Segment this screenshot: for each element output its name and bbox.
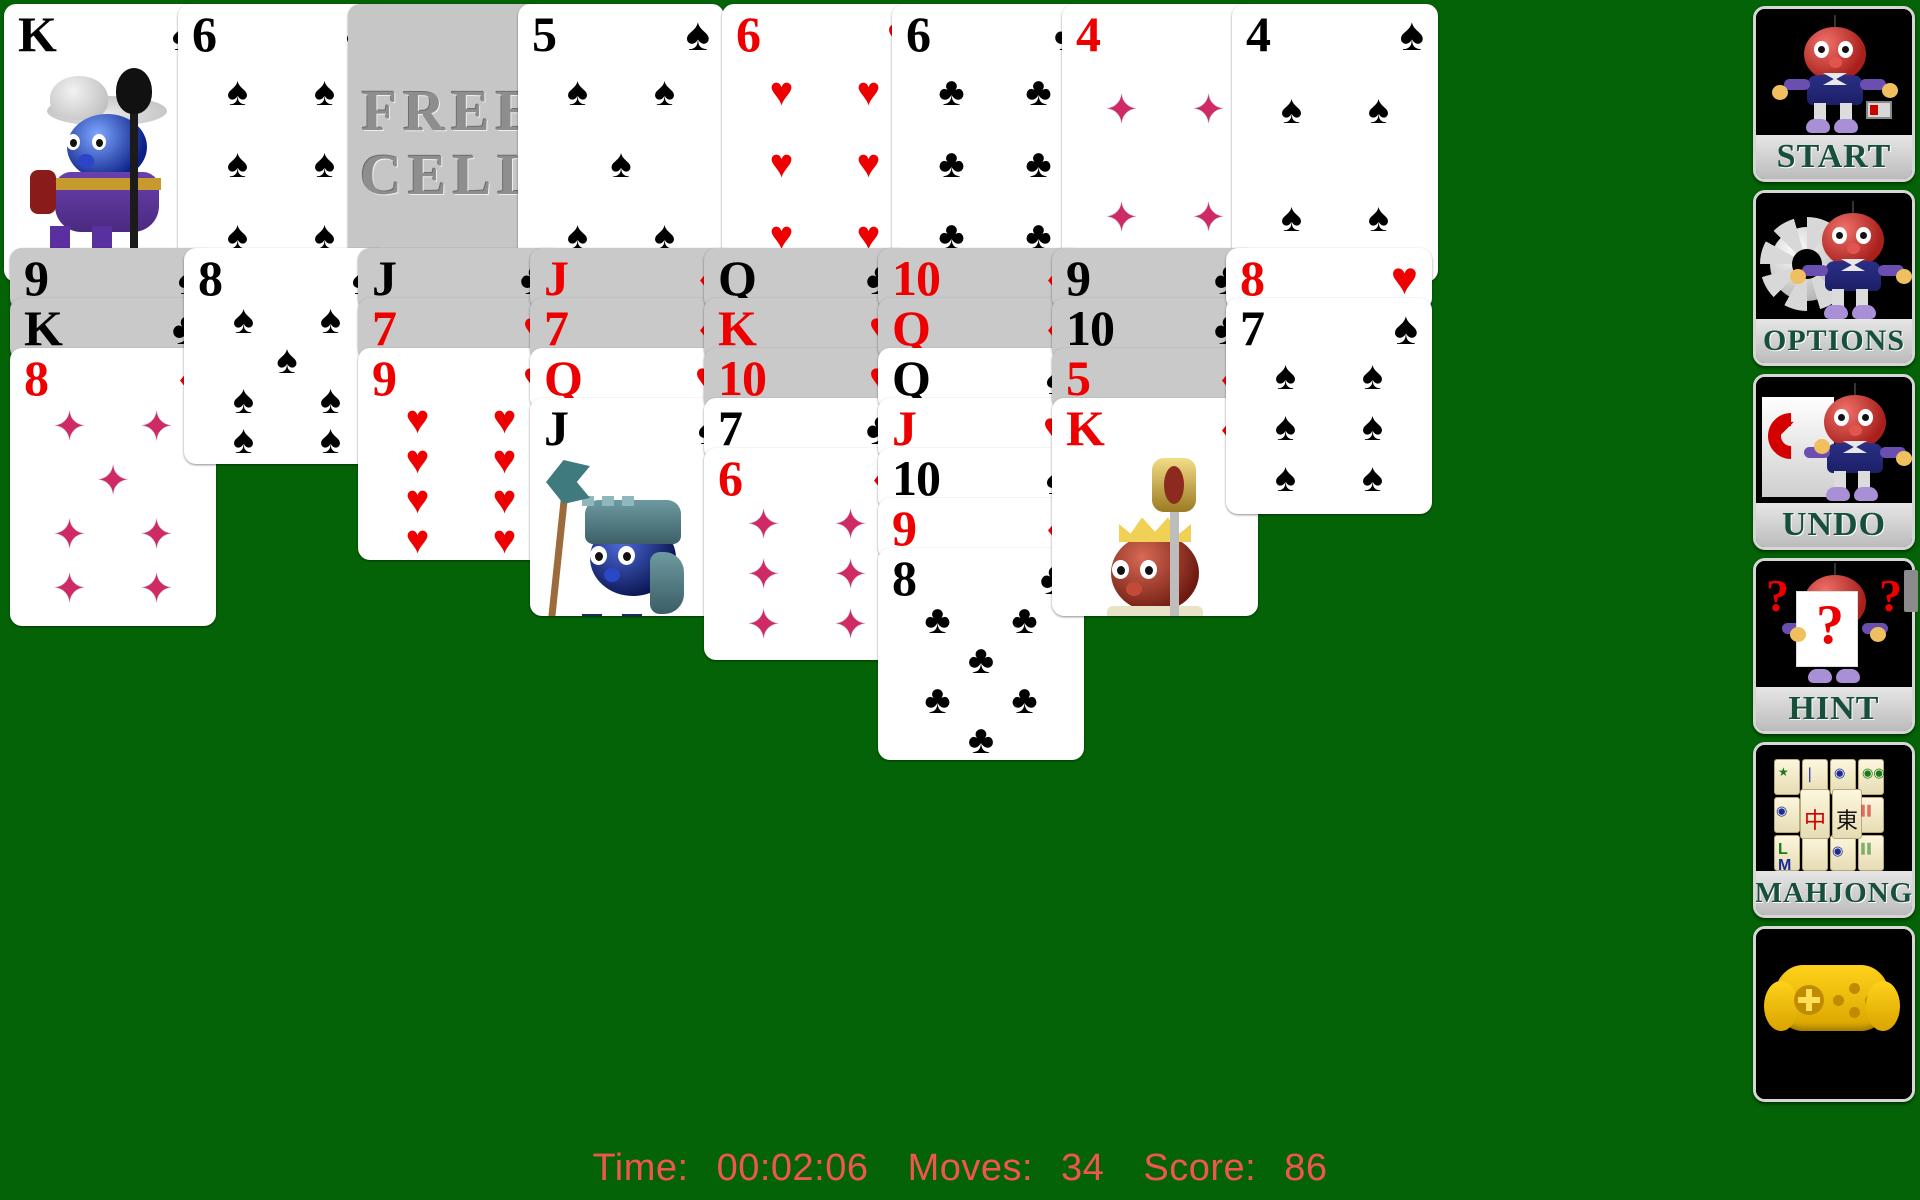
card-rank: 7 bbox=[544, 300, 569, 356]
card-rank: 5 bbox=[532, 6, 557, 62]
card-rank: 10 bbox=[892, 450, 941, 506]
mahjong-tiles-icon: 中 東 L M ◉◉ ◉ ∣ ★ ◉ ∥∥ ∥∥ ◉ bbox=[1756, 745, 1912, 871]
card-rank: J bbox=[892, 400, 917, 456]
card-rank: Q bbox=[718, 250, 757, 306]
card-rank: 4 bbox=[1076, 6, 1101, 62]
card-rank: 5 bbox=[1066, 350, 1091, 406]
card-rank: J bbox=[372, 250, 397, 306]
card-rank: 9 bbox=[892, 500, 917, 556]
card-rank: 6 bbox=[736, 6, 761, 62]
card-rank: Q bbox=[544, 350, 583, 406]
more-games-button[interactable] bbox=[1753, 926, 1915, 1102]
card-corner: 4 ♠ bbox=[1232, 6, 1438, 62]
mascot-start-icon bbox=[1756, 9, 1912, 135]
gamepad-icon bbox=[1756, 929, 1912, 1099]
options-label: OPTIONS bbox=[1756, 319, 1912, 363]
mahjong-button[interactable]: 中 東 L M ◉◉ ◉ ∣ ★ ◉ ∥∥ ∥∥ ◉ MAHJONG bbox=[1753, 742, 1915, 918]
card-rank: K bbox=[18, 6, 57, 62]
moves-value: 34 bbox=[1061, 1147, 1105, 1189]
spade-icon: ♠ bbox=[685, 8, 710, 60]
card-rank: J bbox=[544, 400, 569, 456]
time-label: Time: bbox=[592, 1147, 689, 1189]
start-button[interactable]: START bbox=[1753, 6, 1915, 182]
card-rank: 7 bbox=[718, 400, 743, 456]
scrollbar-thumb[interactable] bbox=[1904, 570, 1918, 612]
card-pips: ✦ ✦ ✦ ✦ ✦ ✦ ✦ bbox=[52, 405, 174, 611]
status-bar: Time: 00:02:06 Moves: 34 Score: 86 bbox=[0, 1147, 1920, 1190]
score-value: 86 bbox=[1284, 1147, 1328, 1189]
card-pips: ♣ ♣ ♣ ♣ ♣ ♣ bbox=[938, 70, 1052, 258]
foundation-spades[interactable]: 4 ♠ ♠ ♠ ♠ ♠ bbox=[1232, 4, 1438, 282]
card-rank: 6 bbox=[906, 6, 931, 62]
time-value: 00:02:06 bbox=[716, 1147, 869, 1189]
card-rank: 10 bbox=[892, 250, 941, 306]
sidebar: START OPTIONS UNDO ? ? ? HINT 中 東 L M ◉◉… bbox=[1748, 0, 1920, 1200]
heart-icon: ♥ bbox=[1390, 252, 1418, 304]
card-rank: 7 bbox=[372, 300, 397, 356]
card-rank: 9 bbox=[372, 350, 397, 406]
hint-button[interactable]: ? ? ? HINT bbox=[1753, 558, 1915, 734]
card-pips: ♠ ♠ ♠ ♠ ♠ ♠ bbox=[1274, 353, 1384, 501]
card-rank: 10 bbox=[1066, 300, 1115, 356]
card-corner: 5 ♠ bbox=[518, 6, 724, 62]
moves-label: Moves: bbox=[907, 1147, 1034, 1189]
undo-label: UNDO bbox=[1756, 503, 1912, 547]
card-rank: 8 bbox=[24, 350, 49, 406]
card-rank: Q bbox=[892, 350, 931, 406]
tableau-8-card-2[interactable]: 7 ♠ ♠ ♠ ♠ ♠ ♠ ♠ bbox=[1226, 298, 1432, 514]
card-pips: ♠ ♠ ♠ ♠ ♠ ♠ ♠ bbox=[232, 298, 342, 462]
spade-icon: ♠ bbox=[1399, 8, 1424, 60]
card-pips: ♥ ♥ ♥ ♥ ♥ ♥ bbox=[769, 70, 881, 258]
spade-icon: ♠ bbox=[1393, 302, 1418, 354]
mahjong-label: MAHJONG bbox=[1756, 871, 1912, 915]
card-rank: K bbox=[1066, 400, 1105, 456]
card-pips: ♠ ♠ ♠ ♠ bbox=[1280, 88, 1390, 240]
game-board: K ♠ 6 ♠ ♠♠♠♠♠♠ bbox=[0, 0, 1920, 1200]
start-label: START bbox=[1756, 135, 1912, 179]
undo-button[interactable]: UNDO bbox=[1753, 374, 1915, 550]
card-pips: ♥ ♥ ♥ ♥ ♥ ♥ ♥ ♥ bbox=[405, 398, 517, 560]
card-rank: 4 bbox=[1246, 6, 1271, 62]
card-rank: 8 bbox=[1240, 250, 1265, 306]
freecell-logo-line1: FREE bbox=[361, 78, 541, 143]
card-rank: 7 bbox=[1240, 300, 1265, 356]
card-rank: 10 bbox=[718, 350, 767, 406]
card-pips: ♠ ♠ ♠ ♠ ♠ ♠ bbox=[226, 70, 336, 258]
card-pips: ♠ ♠ ♠ ♠ ♠ bbox=[566, 70, 676, 258]
hint-label: HINT bbox=[1756, 687, 1912, 731]
score-label: Score: bbox=[1143, 1147, 1257, 1189]
card-rank: J bbox=[544, 250, 569, 306]
card-pips: ✦ ✦ ✦ ✦ ✦ ✦ bbox=[746, 503, 868, 647]
undo-arrow-icon bbox=[1756, 377, 1912, 503]
card-corner: 7 ♠ bbox=[1226, 300, 1432, 356]
gear-mascot-icon bbox=[1756, 193, 1912, 319]
card-pips: ♣ ♣ ♣ ♣ ♣ ♣ bbox=[924, 598, 1038, 760]
card-rank: 9 bbox=[1066, 250, 1091, 306]
card-rank: 6 bbox=[192, 6, 217, 62]
options-button[interactable]: OPTIONS bbox=[1753, 190, 1915, 366]
card-rank: 8 bbox=[198, 250, 223, 306]
question-mark-icon: ? ? ? bbox=[1756, 561, 1912, 687]
card-rank: 6 bbox=[718, 450, 743, 506]
card-rank: K bbox=[718, 300, 757, 356]
card-rank: 9 bbox=[24, 250, 49, 306]
freecell-logo-line2: CELL bbox=[360, 142, 542, 207]
card-rank: Q bbox=[892, 300, 931, 356]
free-cell-4[interactable]: 5 ♠ ♠ ♠ ♠ ♠ ♠ bbox=[518, 4, 724, 282]
card-rank: 8 bbox=[892, 550, 917, 606]
card-pips: ✦ ✦ ✦ ✦ bbox=[1104, 88, 1226, 240]
card-rank: K bbox=[24, 300, 63, 356]
